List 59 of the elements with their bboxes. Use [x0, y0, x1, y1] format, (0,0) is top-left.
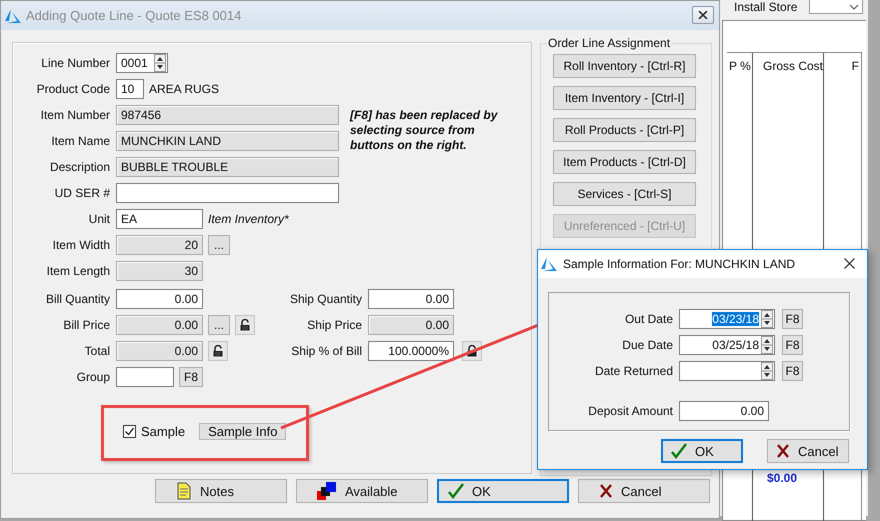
store-label: Install Store [733, 0, 798, 14]
group-title: Order Line Assignment [547, 36, 672, 50]
field-label: Due Date [621, 338, 674, 352]
lookup-button[interactable]: F8 [782, 335, 803, 355]
date-field[interactable] [679, 361, 775, 381]
field-label: Unit [88, 212, 111, 226]
date-field[interactable]: 03/23/18 [679, 309, 775, 329]
checkbox-label: Sample [141, 424, 186, 439]
field-label: Total [84, 344, 111, 358]
field-label: Out Date [624, 312, 674, 326]
field-label: Ship Quantity [288, 292, 362, 306]
spinner-icon[interactable] [761, 310, 773, 328]
app-logo-icon [5, 8, 21, 22]
total-amount: $0.00 [767, 471, 798, 485]
field-label: Item Number [40, 108, 111, 122]
spinner-icon[interactable] [154, 54, 166, 72]
cancel-button[interactable]: Cancel [767, 439, 849, 463]
field-label: Product Code [36, 82, 111, 96]
date-field[interactable]: 03/25/18 [679, 335, 775, 355]
checkmark-icon [671, 443, 687, 459]
field-label: Ship Price [306, 318, 362, 332]
column-header[interactable]: P % [727, 53, 753, 79]
lock-icon [239, 319, 251, 331]
note-icon [176, 482, 192, 500]
field-label: Line Number [40, 56, 111, 70]
column-header[interactable]: Gross Cost [753, 53, 826, 79]
field-label: UD SER # [54, 186, 111, 200]
field-label: Bill Price [62, 318, 111, 332]
source-note: Item Inventory* [208, 212, 289, 226]
close-icon [698, 11, 708, 19]
field-label: Bill Quantity [44, 292, 111, 306]
window-title: Sample Information For: MUNCHKIN LAND [563, 257, 796, 271]
lookup-button[interactable]: F8 [782, 309, 803, 329]
window-title: Adding Quote Line - Quote ES8 0014 [26, 8, 242, 23]
field-label: Description [48, 160, 111, 174]
spinner-icon[interactable] [761, 362, 773, 380]
check-icon [124, 426, 135, 437]
field-label: Group [76, 370, 111, 384]
store-dropdown[interactable] [809, 0, 864, 14]
field-label: Ship % of Bill [290, 344, 362, 358]
field-label: Item Length [46, 264, 111, 278]
x-icon [599, 484, 613, 498]
close-icon[interactable] [844, 258, 855, 269]
lock-icon [466, 345, 478, 357]
app-logo-icon [541, 257, 557, 271]
lookup-button[interactable]: F8 [782, 361, 803, 381]
category-text: AREA RUGS [149, 82, 220, 96]
checkmark-icon [448, 483, 464, 499]
x-icon [776, 444, 790, 458]
lock-icon [212, 345, 224, 357]
input-field[interactable]: 0.00 [679, 401, 769, 421]
field-label: Date Returned [594, 364, 674, 378]
field-label: Item Name [50, 134, 111, 148]
field-label: Deposit Amount [587, 404, 674, 418]
squares-icon [317, 482, 337, 500]
info-note: [F8] has been replaced by selecting source from buttons on the right. [350, 108, 499, 153]
spinner-icon[interactable] [761, 336, 773, 354]
ok-button[interactable]: OK [661, 439, 743, 463]
field-label: Item Width [52, 238, 111, 252]
